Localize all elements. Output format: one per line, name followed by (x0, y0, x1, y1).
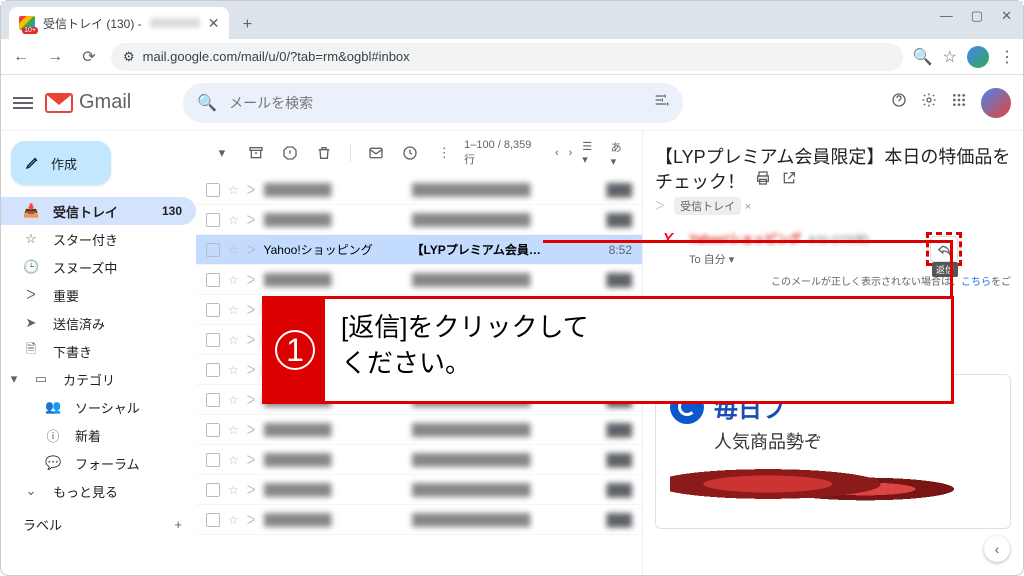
delete-button[interactable] (310, 139, 338, 167)
back-button[interactable]: ← (9, 45, 33, 69)
account-avatar[interactable] (981, 88, 1011, 118)
browser-tab[interactable]: 10+ 受信トレイ (130) - ✕ (9, 7, 229, 39)
chevron-icon: ᐳ (23, 287, 39, 303)
address-bar: ← → ⟳ ⚙ mail.google.com/mail/u/0/?tab=rm… (1, 39, 1023, 75)
search-input[interactable] (229, 95, 641, 111)
split-pane-button[interactable]: ☰ ▾ (582, 140, 600, 166)
gmail-favicon-icon: 10+ (19, 16, 35, 30)
gmail-m-icon (45, 93, 73, 113)
tab-title-blur (150, 18, 200, 28)
new-tab-button[interactable]: + (233, 11, 261, 39)
sidebar-item-forums[interactable]: 💬 フォーラム (1, 449, 196, 477)
sidebar-item-updates[interactable]: ⓘ 新着 (1, 421, 196, 449)
send-icon: ➤ (23, 315, 39, 331)
forward-button[interactable]: → (43, 45, 67, 69)
side-panel-toggle[interactable]: ‹ (984, 536, 1010, 562)
important-icon[interactable]: ᐳ (247, 243, 256, 257)
archive-button[interactable] (242, 139, 270, 167)
chevron-down-icon: ⌄ (23, 483, 39, 499)
message-row[interactable]: ☆ᐳ█████████████████████████ (196, 445, 642, 475)
info-icon: ⓘ (45, 426, 61, 445)
tab-strip: 10+ 受信トレイ (130) - ✕ + (1, 1, 1023, 39)
caret-down-icon: ▾ (9, 371, 19, 387)
callout-text: [返信]をクリックして ください。 (325, 299, 951, 401)
main-menu-icon[interactable] (13, 97, 33, 109)
minimize-icon[interactable]: — (940, 8, 953, 24)
more-actions-button[interactable]: ⋮ (430, 139, 458, 167)
sidebar-item-categories[interactable]: ▾ ▭ カテゴリ (1, 365, 196, 393)
tab-close-icon[interactable]: ✕ (208, 15, 220, 32)
star-icon[interactable]: ☆ (228, 243, 239, 257)
category-icon: ▭ (33, 371, 49, 387)
callout-number: 1 (265, 299, 325, 401)
window-controls: — ▢ ✕ (940, 8, 1012, 24)
message-row[interactable]: ☆ᐳ█████████████████████████ (196, 415, 642, 445)
apps-icon[interactable] (951, 92, 967, 113)
sender: Yahoo!ショッピング (264, 241, 404, 258)
report-spam-button[interactable] (276, 139, 304, 167)
select-all-checkbox[interactable]: ▾ (208, 139, 236, 167)
inbox-label[interactable]: 受信トレイ (674, 197, 741, 215)
search-icon: 🔍 (197, 93, 217, 113)
settings-icon[interactable] (921, 92, 937, 113)
sidebar-item-drafts[interactable]: 🗎 下書き (1, 337, 196, 365)
message-row[interactable]: ☆ᐳ█████████████████████████ (196, 205, 642, 235)
gmail-logo[interactable]: Gmail (45, 91, 131, 114)
profile-avatar[interactable] (967, 46, 989, 68)
chat-icon: 💬 (45, 455, 61, 471)
pagination-text: 1–100 / 8,359 行 (464, 139, 545, 167)
people-icon: 👥 (45, 399, 61, 415)
sidebar-item-snoozed[interactable]: 🕒 スヌーズ中 (1, 253, 196, 281)
compose-button[interactable]: 作成 (11, 141, 111, 185)
gmail-header: Gmail 🔍 (1, 75, 1023, 131)
sidebar-item-starred[interactable]: ☆ スター付き (1, 225, 196, 253)
search-icon[interactable]: 🔍 (913, 47, 933, 67)
important-marker-icon[interactable]: ᐳ (655, 198, 664, 213)
close-window-icon[interactable]: ✕ (1001, 8, 1012, 24)
pencil-icon (25, 154, 41, 173)
sidebar: 作成 📥 受信トレイ 130 ☆ スター付き 🕒 スヌーズ中 ᐳ 重要 (1, 131, 196, 575)
reload-button[interactable]: ⟳ (77, 45, 101, 69)
sidebar-item-inbox[interactable]: 📥 受信トレイ 130 (1, 197, 196, 225)
url-text: mail.google.com/mail/u/0/?tab=rm&ogbl#in… (143, 49, 410, 64)
next-page-button[interactable]: › (569, 147, 573, 159)
prev-page-button[interactable]: ‹ (555, 147, 559, 159)
search-options-icon[interactable] (653, 92, 669, 113)
add-label-button[interactable]: + (174, 517, 182, 532)
sidebar-item-sent[interactable]: ➤ 送信済み (1, 309, 196, 337)
input-tools-button[interactable]: あ ▾ (611, 139, 630, 168)
sidebar-item-more[interactable]: ⌄ もっと見る (1, 477, 196, 505)
inbox-icon: 📥 (23, 203, 39, 219)
sidebar-item-important[interactable]: ᐳ 重要 (1, 281, 196, 309)
message-row[interactable]: ☆ᐳ█████████████████████████ (196, 505, 642, 535)
display-warning-link[interactable]: こちら (961, 277, 991, 288)
help-icon[interactable] (891, 92, 907, 113)
open-new-icon[interactable] (781, 170, 797, 189)
mark-unread-button[interactable] (363, 139, 391, 167)
message-row[interactable]: ☆ᐳ█████████████████████████ (196, 175, 642, 205)
annotation-callout: 1 [返信]をクリックして ください。 (262, 296, 954, 404)
labels-header: ラベル + (1, 505, 196, 534)
bookmark-icon[interactable]: ☆ (943, 47, 957, 67)
maximize-icon[interactable]: ▢ (971, 8, 983, 24)
search-box[interactable]: 🔍 (183, 83, 683, 123)
print-icon[interactable] (755, 170, 771, 189)
tab-title: 受信トレイ (130) - (43, 15, 142, 32)
annotation-connector (543, 240, 953, 298)
promo-image (670, 464, 996, 514)
file-icon: 🗎 (23, 340, 39, 362)
snooze-button[interactable] (396, 139, 424, 167)
list-toolbar: ▾ ⋮ 1–100 / 8,359 行 ‹ › ☰ ▾ (196, 131, 642, 175)
sidebar-item-social[interactable]: 👥 ソーシャル (1, 393, 196, 421)
browser-menu-icon[interactable]: ⋮ (999, 47, 1015, 67)
clock-icon: 🕒 (23, 259, 39, 275)
message-subject: 【LYPプレミアム会員限定】本日の特価品をチェック！ (655, 147, 1010, 192)
url-box[interactable]: ⚙ mail.google.com/mail/u/0/?tab=rm&ogbl#… (111, 43, 903, 71)
row-checkbox[interactable] (206, 243, 220, 257)
message-row[interactable]: ☆ᐳ█████████████████████████ (196, 475, 642, 505)
star-icon: ☆ (23, 231, 39, 247)
site-info-icon[interactable]: ⚙ (123, 49, 135, 65)
